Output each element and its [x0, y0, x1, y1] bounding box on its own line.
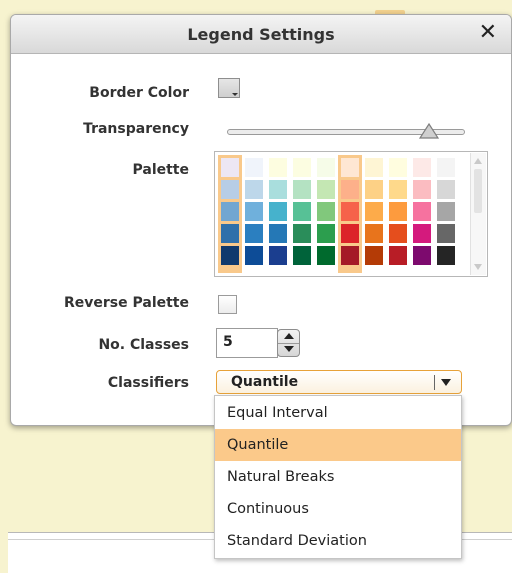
palette-column[interactable] — [242, 155, 266, 273]
palette-swatch[interactable] — [437, 246, 455, 265]
palette-swatch[interactable] — [293, 180, 311, 199]
palette-swatch[interactable] — [365, 202, 383, 221]
palette-scrollbar[interactable] — [470, 153, 486, 275]
palette-swatch[interactable] — [365, 224, 383, 243]
palette-swatch[interactable] — [245, 246, 263, 265]
palette-swatch[interactable] — [269, 246, 287, 265]
stepper-up-icon[interactable] — [278, 330, 299, 344]
palette-column[interactable] — [362, 155, 386, 273]
palette-swatch[interactable] — [221, 246, 239, 265]
palette-swatch[interactable] — [413, 180, 431, 199]
no-classes-input[interactable]: 5 — [216, 328, 278, 358]
border-color-picker[interactable] — [218, 78, 240, 98]
palette-column[interactable] — [218, 155, 242, 273]
palette-swatch[interactable] — [437, 202, 455, 221]
palette-swatch[interactable] — [221, 202, 239, 221]
palette-column[interactable] — [290, 155, 314, 273]
palette-label: Palette — [132, 162, 189, 178]
transparency-label: Transparency — [83, 121, 189, 137]
select-divider — [434, 375, 435, 390]
palette-swatch[interactable] — [365, 246, 383, 265]
palette-swatch[interactable] — [221, 180, 239, 199]
palette-swatch[interactable] — [317, 202, 335, 221]
palette-swatch[interactable] — [413, 202, 431, 221]
palette-swatch[interactable] — [221, 224, 239, 243]
legend-settings-dialog: Legend Settings ✕ Border Color Transpare… — [10, 14, 512, 426]
palette-swatch[interactable] — [413, 246, 431, 265]
reverse-palette-checkbox[interactable] — [218, 295, 237, 314]
border-color-label: Border Color — [89, 85, 189, 101]
palette-swatch[interactable] — [437, 180, 455, 199]
palette-swatch[interactable] — [341, 180, 359, 199]
classifiers-dropdown-list: Equal Interval Quantile Natural Breaks C… — [214, 395, 462, 559]
palette-swatch[interactable] — [413, 158, 431, 177]
palette-swatch[interactable] — [269, 180, 287, 199]
palette-column[interactable] — [338, 155, 362, 273]
palette-swatch[interactable] — [365, 180, 383, 199]
palette-column[interactable] — [410, 155, 434, 273]
palette-swatch[interactable] — [269, 224, 287, 243]
palette-swatch[interactable] — [269, 158, 287, 177]
palette-swatch[interactable] — [389, 180, 407, 199]
dropdown-option-equal-interval[interactable]: Equal Interval — [215, 397, 461, 429]
palette-swatch[interactable] — [221, 158, 239, 177]
palette-swatch[interactable] — [365, 158, 383, 177]
palette-swatch[interactable] — [341, 246, 359, 265]
palette-swatch[interactable] — [245, 180, 263, 199]
dialog-title: Legend Settings — [187, 25, 335, 44]
palette-swatch[interactable] — [437, 158, 455, 177]
palette-swatch[interactable] — [389, 202, 407, 221]
dropdown-option-natural-breaks[interactable]: Natural Breaks — [215, 461, 461, 493]
transparency-slider[interactable] — [227, 123, 465, 139]
classifiers-select[interactable]: Quantile — [216, 370, 462, 394]
palette-swatch[interactable] — [317, 158, 335, 177]
palette-swatch[interactable] — [293, 158, 311, 177]
palette-swatch[interactable] — [245, 202, 263, 221]
dialog-titlebar: Legend Settings ✕ — [11, 15, 511, 54]
palette-swatch[interactable] — [341, 224, 359, 243]
close-icon[interactable]: ✕ — [479, 21, 497, 45]
slider-thumb[interactable] — [418, 123, 439, 140]
arrow-down-icon[interactable] — [474, 264, 482, 270]
palette-swatch[interactable] — [341, 158, 359, 177]
palette-column[interactable] — [386, 155, 410, 273]
classifiers-label: Classifiers — [107, 375, 189, 391]
reverse-palette-label: Reverse Palette — [63, 295, 189, 311]
palette-swatch[interactable] — [293, 246, 311, 265]
stepper-down-icon[interactable] — [278, 343, 299, 356]
classifiers-selected-value: Quantile — [231, 374, 299, 390]
dropdown-option-continuous[interactable]: Continuous — [215, 493, 461, 525]
palette-swatch[interactable] — [245, 224, 263, 243]
palette-swatch[interactable] — [317, 224, 335, 243]
palette-grid — [218, 155, 468, 273]
palette-swatch[interactable] — [341, 202, 359, 221]
no-classes-label: No. Classes — [98, 337, 189, 353]
palette-column[interactable] — [314, 155, 338, 273]
dropdown-option-standard-deviation[interactable]: Standard Deviation — [215, 525, 461, 557]
palette-swatch[interactable] — [245, 158, 263, 177]
palette-swatch[interactable] — [317, 180, 335, 199]
dropdown-option-quantile[interactable]: Quantile — [215, 429, 461, 461]
palette-swatch[interactable] — [293, 224, 311, 243]
palette-swatch[interactable] — [389, 158, 407, 177]
scrollbar-thumb[interactable] — [474, 169, 482, 213]
palette-column[interactable] — [266, 155, 290, 273]
palette-swatch[interactable] — [413, 224, 431, 243]
palette-swatch[interactable] — [317, 246, 335, 265]
palette-column[interactable] — [434, 155, 458, 273]
palette-swatch[interactable] — [293, 202, 311, 221]
arrow-up-icon[interactable] — [474, 158, 482, 164]
palette-swatch[interactable] — [389, 246, 407, 265]
chevron-down-icon — [232, 93, 238, 96]
palette-swatch[interactable] — [389, 224, 407, 243]
no-classes-stepper[interactable] — [277, 329, 300, 357]
palette-swatch[interactable] — [269, 202, 287, 221]
chevron-down-icon[interactable] — [441, 379, 451, 386]
palette-swatch[interactable] — [437, 224, 455, 243]
palette-picker — [214, 151, 488, 277]
